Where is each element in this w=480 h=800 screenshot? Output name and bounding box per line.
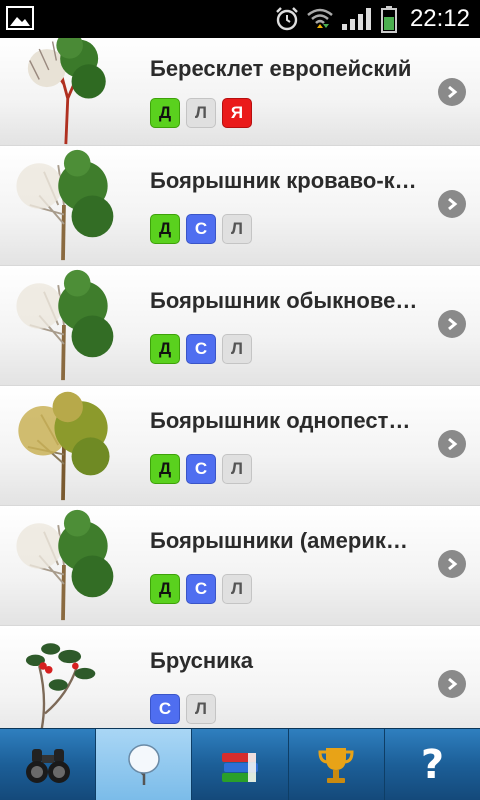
- list-item[interactable]: Боярышник однопестичный Д С Л: [0, 386, 480, 506]
- tab-trophy[interactable]: [289, 729, 385, 800]
- list-item[interactable]: Боярышник кроваво-красный Д С Л: [0, 146, 480, 266]
- alarm-icon: [276, 7, 298, 31]
- badge: Л: [222, 214, 252, 244]
- badge: С: [186, 574, 216, 604]
- list-item[interactable]: Брусника С Л: [0, 626, 480, 728]
- badge-group: Д С Л: [150, 574, 252, 604]
- books-icon: [222, 752, 258, 782]
- trophy-icon: [318, 747, 354, 783]
- badge: С: [186, 334, 216, 364]
- badge: С: [150, 694, 180, 724]
- badge: Д: [150, 334, 180, 364]
- plant-list[interactable]: Бересклет европейский Д Л Я Боярышник кр…: [0, 38, 480, 728]
- plant-name: Бересклет европейский: [150, 56, 412, 81]
- binoculars-icon: [25, 748, 70, 783]
- tab-binoculars[interactable]: [0, 729, 97, 800]
- chevron-right-icon[interactable]: [438, 670, 466, 698]
- tree-icon: [16, 269, 114, 381]
- badge-group: С Л: [150, 694, 216, 724]
- badge: Л: [222, 334, 252, 364]
- badge: Д: [150, 574, 180, 604]
- status-bar: 22:12: [0, 0, 480, 38]
- badge: Д: [150, 98, 180, 128]
- tree-icon: [16, 509, 114, 621]
- tab-books[interactable]: [192, 729, 289, 800]
- chevron-right-icon[interactable]: [438, 550, 466, 578]
- clock: 22:12: [409, 5, 470, 32]
- chevron-right-icon[interactable]: [438, 430, 466, 458]
- question-icon: ?: [420, 741, 445, 788]
- tree-yellow-icon: [18, 391, 110, 501]
- battery-icon: [380, 6, 397, 33]
- badge: Д: [150, 454, 180, 484]
- signal-icon: [341, 8, 371, 30]
- badge: Л: [222, 454, 252, 484]
- list-item[interactable]: Бересклет европейский Д Л Я: [0, 38, 480, 146]
- wifi-icon: [307, 8, 333, 28]
- plant-name: Боярышник кроваво-красный: [150, 168, 420, 193]
- badge-group: Д Л Я: [150, 98, 252, 128]
- shrub-berry-icon: [25, 643, 96, 728]
- gallery-icon: [6, 6, 34, 30]
- badge: Л: [222, 574, 252, 604]
- badge-group: Д С Л: [150, 454, 252, 484]
- badge-group: Д С Л: [150, 214, 252, 244]
- chevron-right-icon[interactable]: [438, 190, 466, 218]
- tree-icon: [27, 38, 106, 145]
- tab-trees[interactable]: [96, 729, 193, 800]
- plant-name: Боярышник обыкновенный: [150, 288, 420, 313]
- list-item[interactable]: Боярышники (американские) Д С Л: [0, 506, 480, 626]
- badge: Л: [186, 98, 216, 128]
- tree-icon: [128, 743, 160, 785]
- badge: С: [186, 214, 216, 244]
- bottom-toolbar: ?: [0, 728, 480, 800]
- list-item[interactable]: Боярышник обыкновенный Д С Л: [0, 266, 480, 386]
- chevron-right-icon[interactable]: [438, 310, 466, 338]
- badge: С: [186, 454, 216, 484]
- badge: Д: [150, 214, 180, 244]
- plant-name: Брусника: [150, 648, 253, 673]
- badge: Я: [222, 98, 252, 128]
- badge-group: Д С Л: [150, 334, 252, 364]
- badge: Л: [186, 694, 216, 724]
- chevron-right-icon[interactable]: [438, 78, 466, 106]
- plant-name: Боярышник однопестичный: [150, 408, 420, 433]
- plant-name: Боярышники (американские): [150, 528, 420, 553]
- tree-icon: [16, 149, 114, 261]
- tab-help[interactable]: ?: [385, 729, 480, 800]
